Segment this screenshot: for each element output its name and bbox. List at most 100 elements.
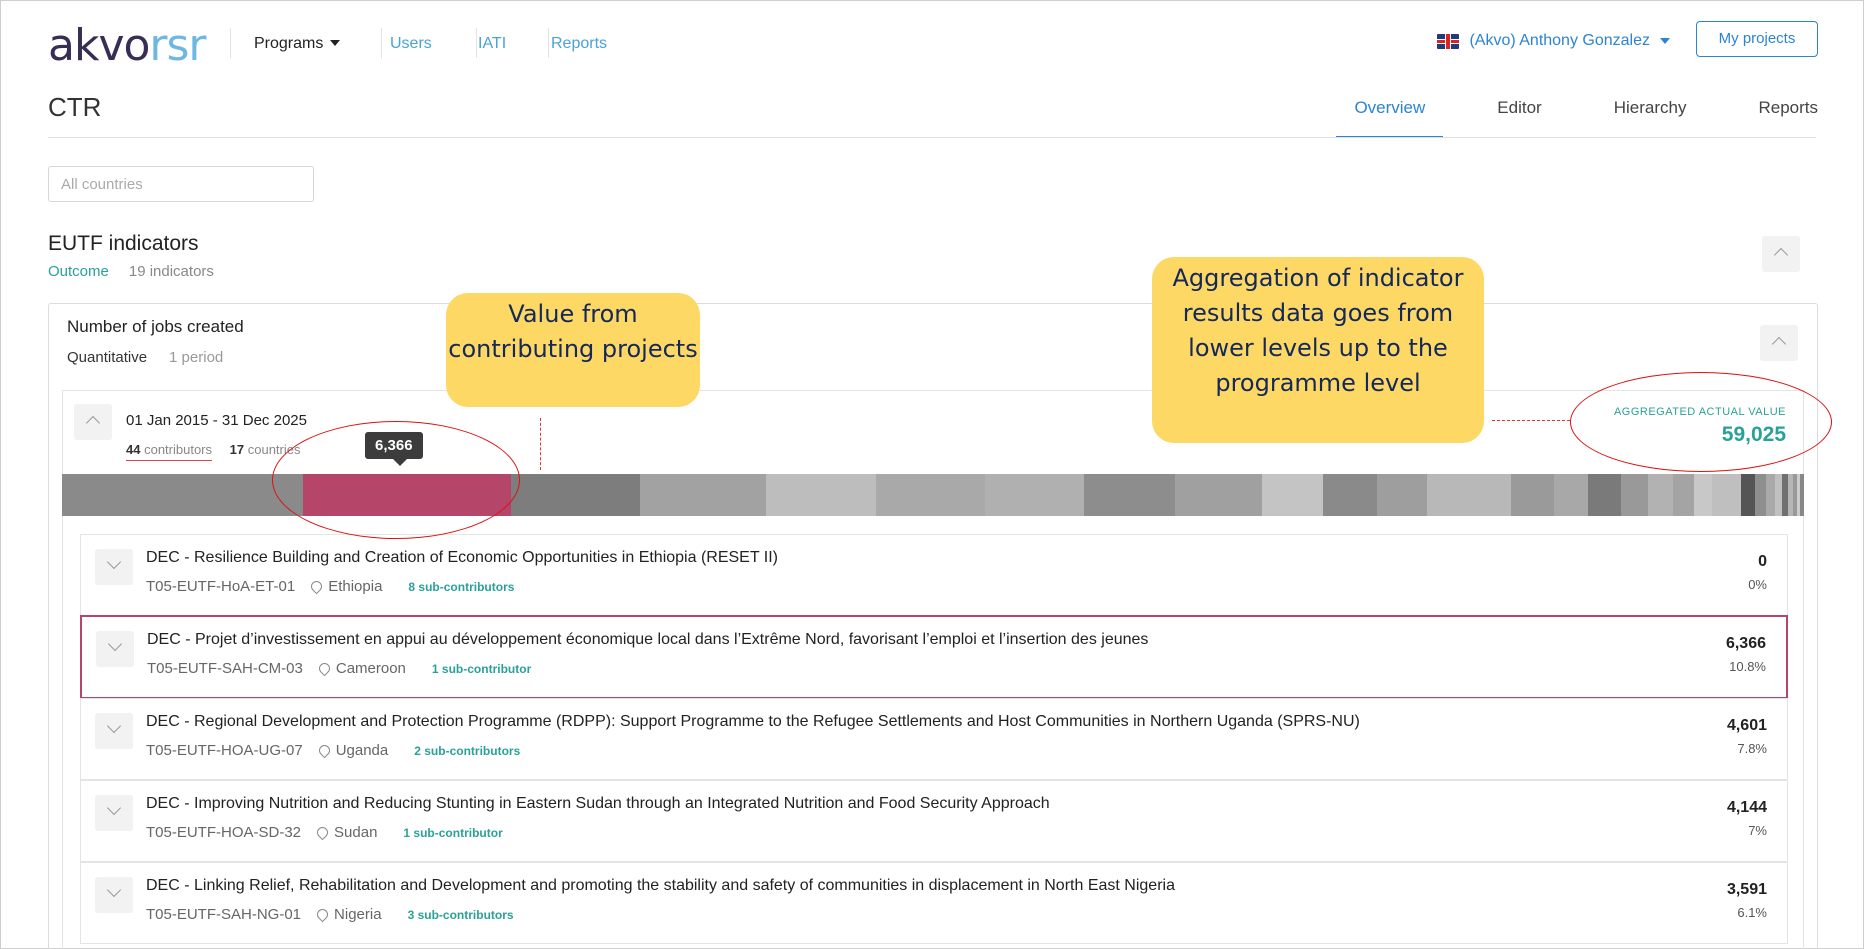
contributor-value-number: 3,591 (1726, 881, 1767, 898)
bar-segment[interactable] (1800, 474, 1804, 516)
annotation-callout-aggregation: Aggregation of indicator results data go… (1152, 257, 1484, 443)
contributors-count[interactable]: 44 contributors (126, 442, 213, 461)
sub-contributors-link[interactable]: 1 sub-contributor (403, 826, 502, 840)
contributor-title[interactable]: DEC - Linking Relief, Rehabilitation and… (146, 877, 1175, 895)
contributor-code: T05-EUTF-SAH-CM-03 (147, 660, 303, 677)
nav-divider (476, 28, 477, 58)
bar-segment[interactable] (1647, 474, 1673, 516)
bar-segment[interactable] (985, 474, 1084, 516)
annotation-connector (540, 418, 541, 470)
chevron-down-icon (106, 554, 122, 570)
contributor-meta: T05-EUTF-HOA-UG-07 Uganda 2 sub-contributo… (146, 742, 520, 759)
annotation-connector (1492, 420, 1570, 421)
bar-segment[interactable] (1511, 474, 1555, 516)
akvo-rsr-logo[interactable]: akvorsr (48, 20, 207, 71)
programs-menu[interactable]: Programs (254, 35, 341, 53)
contributor-row[interactable]: DEC - Projet d’investissement en appui a… (80, 615, 1788, 699)
sub-contributors-link[interactable]: 2 sub-contributors (414, 744, 520, 758)
contributor-country: Cameroon (335, 660, 406, 677)
contributor-title[interactable]: DEC - Improving Nutrition and Reducing S… (146, 795, 1050, 813)
nav-link-reports[interactable]: Reports (551, 35, 607, 53)
tab-editor[interactable]: Editor (1497, 98, 1541, 130)
tab-reports[interactable]: Reports (1758, 98, 1818, 130)
contributor-code: T05-EUTF-HoA-ET-01 (146, 578, 296, 595)
nav-divider (381, 28, 382, 58)
bar-segment[interactable] (1376, 474, 1427, 516)
bar-segment[interactable] (1426, 474, 1512, 516)
period-toggle[interactable] (74, 404, 112, 440)
sub-contributors-link[interactable]: 3 sub-contributors (408, 908, 514, 922)
contributor-value-percent: 6.1% (1737, 905, 1767, 920)
contributor-row[interactable]: DEC - Improving Nutrition and Reducing S… (80, 780, 1788, 862)
indicator-collapse-button[interactable] (1760, 325, 1798, 361)
indicator-meta: Quantitative 1 period (67, 349, 223, 366)
nav-link-users[interactable]: Users (390, 35, 432, 53)
period-collapse-button[interactable] (74, 404, 112, 440)
contributor-value-number: 4,144 (1726, 799, 1767, 816)
bar-segment[interactable] (1766, 474, 1776, 516)
location-pin-icon (316, 660, 333, 677)
contributor-code: T05-EUTF-SAH-NG-01 (146, 906, 302, 923)
expand-button[interactable] (95, 795, 133, 831)
period-meta: 44 contributors 17 countries (126, 442, 300, 461)
section-title: EUTF indicators (48, 232, 199, 255)
expand-button[interactable] (95, 549, 133, 585)
caret-down-icon (330, 40, 341, 46)
my-projects-button[interactable]: My projects (1696, 21, 1818, 57)
chevron-down-icon (107, 636, 123, 652)
bar-segment[interactable] (765, 474, 876, 516)
bar-segment[interactable] (875, 474, 986, 516)
caret-down-icon (1660, 38, 1670, 44)
bar-segment[interactable] (1694, 474, 1713, 516)
bar-segment[interactable] (1672, 474, 1695, 516)
expand-button[interactable] (95, 713, 133, 749)
nav-link-iati[interactable]: IATI (478, 35, 506, 53)
bar-segment[interactable] (1712, 474, 1741, 516)
bar-segment[interactable] (1322, 474, 1377, 516)
section-collapse-button[interactable] (1762, 236, 1800, 272)
bar-segment[interactable] (62, 474, 303, 516)
user-menu[interactable]: (Akvo) Anthony Gonzalez (1437, 32, 1670, 50)
bar-segment[interactable] (1775, 474, 1783, 516)
location-pin-icon (316, 742, 332, 759)
contributor-value-number: 4,601 (1726, 717, 1767, 734)
bar-segment[interactable] (1083, 474, 1176, 516)
bar-segment[interactable] (1588, 474, 1621, 516)
chevron-up-icon (1771, 336, 1787, 352)
sub-contributors-link[interactable]: 1 sub-contributor (432, 662, 531, 676)
contributor-title[interactable]: DEC - Resilience Building and Creation o… (146, 549, 778, 567)
contributor-value-percent: 7.8% (1737, 741, 1767, 756)
tab-overview[interactable]: Overview (1336, 98, 1444, 138)
page-title: CTR (48, 92, 102, 122)
indicator-measure: Quantitative (67, 349, 148, 366)
contributor-value: 4,601 7.8% (1727, 717, 1767, 756)
contributor-value: 0 0% (1748, 553, 1767, 592)
contributor-value: 6,366 10.8% (1726, 635, 1766, 674)
contributor-value-number: 0 (1758, 553, 1767, 570)
sub-contributors-link[interactable]: 8 sub-contributors (408, 580, 514, 594)
contributor-country: Nigeria (334, 906, 382, 923)
bar-segment[interactable] (510, 474, 641, 516)
bar-segment[interactable] (640, 474, 766, 516)
contributor-row[interactable]: DEC - Resilience Building and Creation o… (80, 534, 1788, 616)
expand-button[interactable] (96, 631, 134, 667)
annotation-ellipse-aggregate (1570, 372, 1832, 472)
contributor-row[interactable]: DEC - Regional Development and Protectio… (80, 698, 1788, 780)
contributor-value-percent: 7% (1748, 823, 1767, 838)
period-range: 01 Jan 2015 - 31 Dec 2025 (126, 412, 307, 429)
contributor-row[interactable]: DEC - Linking Relief, Rehabilitation and… (80, 862, 1788, 944)
bar-segment[interactable] (1620, 474, 1648, 516)
bar-segment[interactable] (1740, 474, 1756, 516)
country-filter-select[interactable]: All countries (48, 166, 314, 202)
bar-segment[interactable] (1554, 474, 1589, 516)
contributor-title[interactable]: DEC - Projet d’investissement en appui a… (147, 631, 1148, 649)
location-pin-icon (314, 824, 331, 841)
indicator-count: 19 indicators (128, 263, 214, 280)
chevron-up-icon (1773, 247, 1789, 263)
tab-hierarchy[interactable]: Hierarchy (1614, 98, 1687, 130)
bar-segment[interactable] (1261, 474, 1323, 516)
contributor-title[interactable]: DEC - Regional Development and Protectio… (146, 713, 1360, 731)
bar-segment[interactable] (1755, 474, 1767, 516)
bar-segment[interactable] (1175, 474, 1262, 516)
expand-button[interactable] (95, 877, 133, 913)
